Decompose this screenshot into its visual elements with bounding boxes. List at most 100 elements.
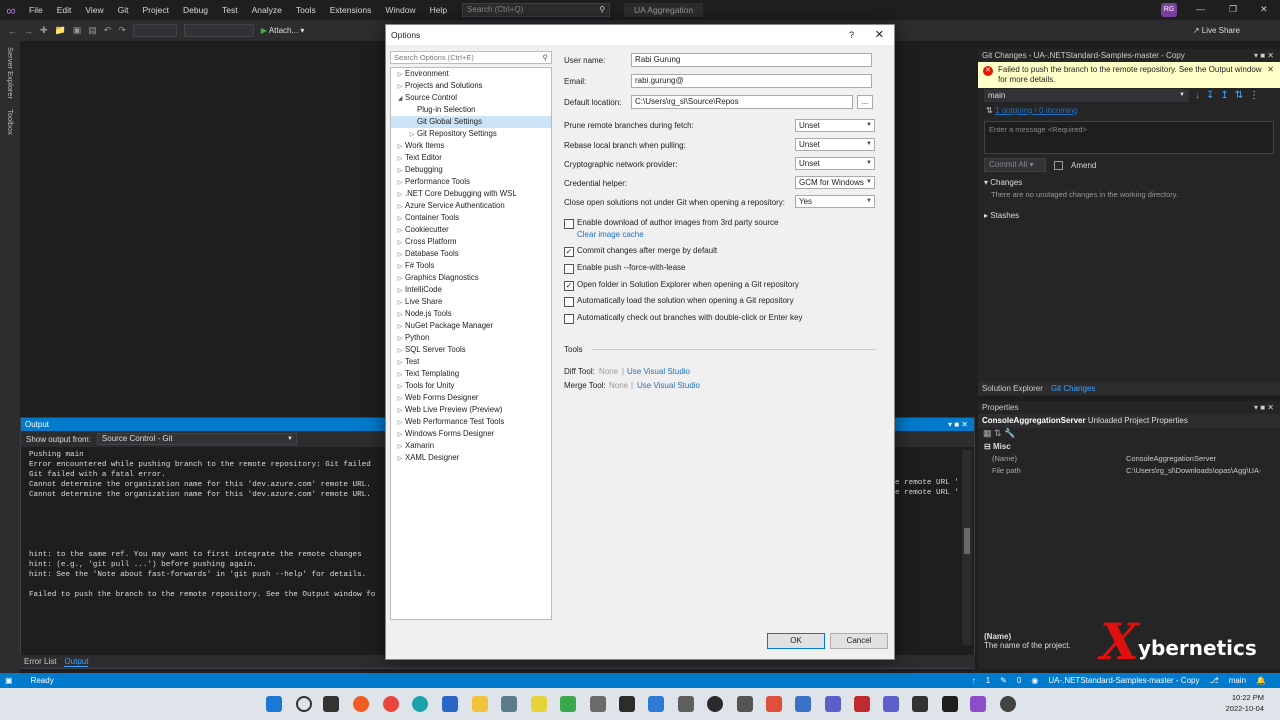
save-all-icon[interactable]: ▤ [88,25,97,36]
file-explorer-icon[interactable] [472,696,488,712]
collapsed-arrow-icon[interactable]: ▷ [395,453,405,465]
options-tree-item[interactable]: ▷ Xamarin [391,440,551,452]
push-icon[interactable]: ↥ [1220,90,1228,101]
git-panel-window-buttons[interactable]: ▾ ■ ✕ [1254,49,1274,62]
close-icon[interactable]: ✕ [1267,65,1274,75]
force-with-lease-checkbox[interactable] [564,264,574,274]
minimize-icon[interactable]: — [1196,4,1205,14]
menu-git[interactable]: Git [111,5,136,15]
configuration-dropdown[interactable] [132,24,177,37]
clear-image-cache-link[interactable]: Clear image cache [577,230,644,239]
commit-after-merge-checkbox[interactable]: ✓ [564,247,574,257]
close-solutions-select[interactable]: Yes ▼ [795,195,875,208]
merge-tool-none[interactable]: None [609,381,628,390]
options-tree-item[interactable]: ▷ Git Repository Settings [391,128,551,140]
property-row[interactable]: (Name) ConsoleAggregationServer [978,454,1280,466]
tab-output[interactable]: Output [64,657,89,667]
options-tree-item[interactable]: ▷ Web Live Preview (Preview) [391,404,551,416]
author-images-checkbox[interactable] [564,219,574,229]
changes-header[interactable]: ▾ Changes [984,178,1274,187]
email-field[interactable]: rabi.gurung@ [631,74,872,88]
obs-icon[interactable] [1000,696,1016,712]
options-tree-item[interactable]: ▷ Environment [391,68,551,80]
default-location-field[interactable]: C:\Users\rg_sl\Source\Repos [631,95,853,109]
task-view-icon[interactable] [323,696,339,712]
scrollbar-thumb[interactable] [964,528,970,554]
options-tree-item[interactable]: ▷ Windows Forms Designer [391,428,551,440]
notifications-icon[interactable]: 🔔 [1256,676,1266,685]
options-tree-item[interactable]: ▷ Text Templating [391,368,551,380]
options-tree-item[interactable]: ▷ Text Editor [391,152,551,164]
help-icon[interactable]: ? [849,25,854,45]
options-tree-item[interactable]: ▷ .NET Core Debugging with WSL [391,188,551,200]
app-icon[interactable] [795,696,811,712]
user-name-field[interactable]: Rabi Gurung [631,53,872,67]
expanded-arrow-icon[interactable]: ◢ [395,93,405,105]
options-tree-item[interactable]: Plug-in Selection [391,104,551,116]
diff-tool-none[interactable]: None [599,367,618,376]
forward-icon[interactable]: → [24,26,33,36]
cancel-button[interactable]: Cancel [830,633,888,649]
system-clock[interactable]: 10:22 PM 2022-10-04 [1226,692,1264,714]
tab-error-list[interactable]: Error List [24,657,56,666]
save-icon[interactable]: ▣ [73,25,82,36]
new-project-icon[interactable]: ✚ [40,25,48,36]
close-icon[interactable]: ✕ [875,25,884,45]
options-tree-item[interactable]: ◢ Source Control [391,92,551,104]
avatar[interactable]: RG [1161,3,1177,17]
rebase-select[interactable]: Unset ▼ [795,138,875,151]
options-tree-item[interactable]: ▷ Container Tools [391,212,551,224]
open-folder-checkbox[interactable]: ✓ [564,281,574,291]
properties-window-buttons[interactable]: ▾ ■ ✕ [1254,401,1274,414]
platform-dropdown[interactable] [183,24,254,37]
options-tree-item[interactable]: ▷ Tools for Unity [391,380,551,392]
redo-icon[interactable]: ↷ [118,25,126,36]
options-search-input[interactable]: Search Options (Ctrl+E) ⚲ [390,51,552,64]
menu-help[interactable]: Help [423,5,454,15]
edge-icon[interactable] [412,696,428,712]
status-repo[interactable]: UA-.NETStandard-Samples-master - Copy [1048,676,1199,685]
options-tree-item[interactable]: ▷ IntelliCode [391,284,551,296]
app-icon[interactable] [766,696,782,712]
more-options-icon[interactable]: ⋮ [1249,90,1259,101]
undo-icon[interactable]: ↶ [104,25,112,36]
status-branch[interactable]: main [1229,676,1246,685]
options-tree-item[interactable]: ▷ Python [391,332,551,344]
options-tree-item[interactable]: ▷ Cross Platform [391,236,551,248]
options-tree-item[interactable]: ▷ Performance Tools [391,176,551,188]
menu-window[interactable]: Window [378,5,422,15]
commit-all-button[interactable]: Commit All ▾ [984,158,1046,172]
menu-test[interactable]: Test [215,5,245,15]
diff-tool-use-vs-link[interactable]: Use Visual Studio [627,367,690,376]
ok-button[interactable]: OK [767,633,825,649]
server-explorer-tab[interactable]: Server Explorer [6,47,15,99]
status-edit-count[interactable]: 0 [1017,676,1021,685]
options-tree-item[interactable]: ▷ Test [391,356,551,368]
options-tree-item[interactable]: ▷ Web Performance Test Tools [391,416,551,428]
menu-debug[interactable]: Debug [176,5,215,15]
property-row[interactable]: File path C:\Users\rg_sl\Downloads\opas\… [978,466,1280,478]
vs-code-icon[interactable] [648,696,664,712]
menu-project[interactable]: Project [136,5,176,15]
property-pages-icon[interactable]: 🔧 [1004,428,1015,438]
options-tree-item[interactable]: ▷ F# Tools [391,260,551,272]
branch-select[interactable]: main ▼ [984,89,1189,102]
output-scrollbar[interactable] [962,450,972,645]
sync-icon[interactable]: ⇅ [1235,90,1243,101]
properties-category[interactable]: ⊟ Misc [978,442,1280,454]
app-icon[interactable] [531,696,547,712]
app-icon[interactable] [912,696,928,712]
back-icon[interactable]: ← [8,26,17,36]
app-icon[interactable] [590,696,606,712]
tab-git-changes[interactable]: Git Changes [1051,384,1095,393]
properties-object-selector[interactable]: ConsoleAggregationServer Unloaded Projec… [978,414,1280,428]
status-up-count[interactable]: 1 [986,676,990,685]
restore-icon[interactable]: ❐ [1229,4,1237,15]
options-tree-item[interactable]: ▷ Graphics Diagnostics [391,272,551,284]
menu-view[interactable]: View [78,5,110,15]
menu-extensions[interactable]: Extensions [323,5,379,15]
options-tree-item[interactable]: ▷ Web Forms Designer [391,392,551,404]
start-icon[interactable] [266,696,282,712]
options-tree-item[interactable]: ▷ Azure Service Authentication [391,200,551,212]
teams-icon[interactable] [883,696,899,712]
